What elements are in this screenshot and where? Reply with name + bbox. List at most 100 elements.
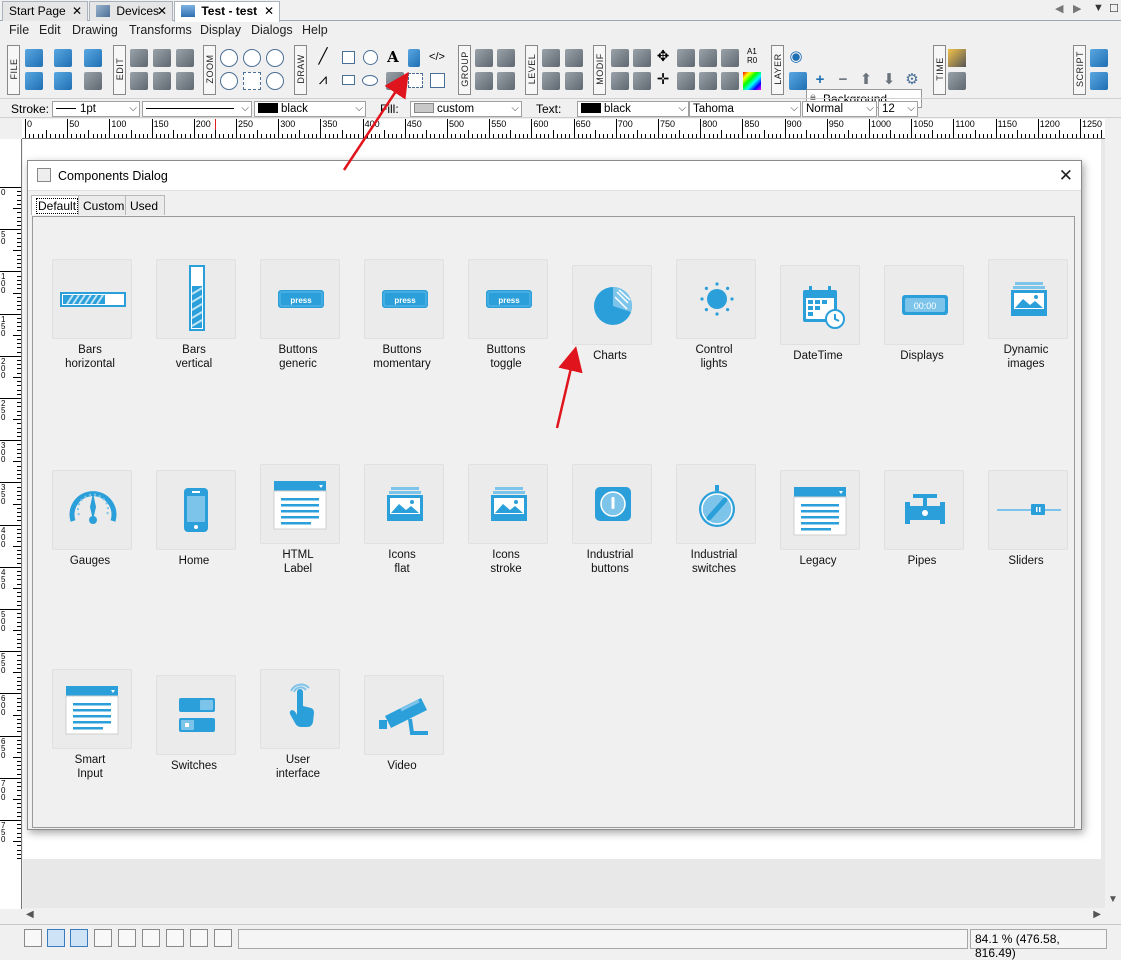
- curve-icon[interactable]: [190, 929, 208, 947]
- component-item[interactable]: Control lights: [662, 259, 766, 409]
- dynamic-images-icon[interactable]: [988, 259, 1068, 339]
- industrial-button-icon[interactable]: [572, 464, 652, 544]
- horizontal-scrollbar[interactable]: ◀ ▶: [22, 908, 1105, 922]
- font-select[interactable]: Tahoma ⌵: [689, 101, 801, 117]
- scroll-left-icon[interactable]: ◀: [26, 909, 34, 920]
- html-label-icon[interactable]: [260, 464, 340, 544]
- clone-icon[interactable]: [153, 72, 171, 90]
- remove-layer-icon[interactable]: −: [833, 71, 853, 89]
- path-icon[interactable]: [699, 72, 717, 90]
- line-tool-icon[interactable]: ╱: [313, 48, 333, 66]
- duplicate-icon[interactable]: [130, 72, 148, 90]
- button-generic-icon[interactable]: press: [260, 259, 340, 339]
- component-item[interactable]: press Buttons generic: [246, 259, 350, 409]
- script-events-icon[interactable]: [1090, 72, 1108, 90]
- text-color-select[interactable]: black ⌵: [577, 101, 689, 117]
- component-item[interactable]: Icons flat: [350, 464, 454, 614]
- maximize-icon[interactable]: ☐: [1109, 2, 1119, 15]
- component-item[interactable]: 00:00 Displays: [870, 265, 974, 415]
- angle-icon[interactable]: [142, 929, 160, 947]
- button-toggle-icon[interactable]: press: [468, 259, 548, 339]
- html-tool-icon[interactable]: </>: [427, 48, 447, 66]
- menu-dialogs[interactable]: Dialogs: [251, 23, 293, 37]
- bars-vertical-icon[interactable]: [156, 259, 236, 339]
- component-item[interactable]: HTML Label: [246, 464, 350, 614]
- font-style-select[interactable]: Normal ⌵: [802, 101, 877, 117]
- redo-icon[interactable]: [54, 49, 72, 67]
- industrial-switch-icon[interactable]: [676, 464, 756, 544]
- animation-icon[interactable]: [948, 72, 966, 90]
- component-item[interactable]: Sliders: [974, 470, 1078, 620]
- send-backward-icon[interactable]: [565, 72, 583, 90]
- tab-list-icon[interactable]: ▼: [1093, 2, 1104, 14]
- zoom-fit-icon[interactable]: [243, 49, 261, 67]
- component-item[interactable]: Gauges: [38, 470, 142, 620]
- component-item[interactable]: Legacy: [766, 470, 870, 620]
- polyline-tool-icon[interactable]: ⩘: [313, 71, 333, 89]
- save-all-icon[interactable]: [54, 72, 72, 90]
- component-item[interactable]: Pipes: [870, 470, 974, 620]
- magic-wand-icon[interactable]: [948, 49, 966, 67]
- icons-flat-icon[interactable]: [364, 464, 444, 544]
- stroke-width-select[interactable]: 1pt ⌵: [52, 101, 140, 117]
- pivot-icon[interactable]: ✛: [653, 71, 673, 89]
- scroll-down-icon[interactable]: ▼: [1108, 894, 1118, 905]
- layers-icon[interactable]: [789, 72, 807, 90]
- size-icon[interactable]: [633, 72, 651, 90]
- component-item[interactable]: Icons stroke: [454, 464, 558, 614]
- move-icon[interactable]: ✥: [653, 48, 673, 66]
- component-item[interactable]: Video: [350, 675, 454, 825]
- text-tool-icon[interactable]: A: [383, 48, 403, 66]
- bring-front-icon[interactable]: [542, 49, 560, 67]
- gauge-icon[interactable]: [52, 470, 132, 550]
- tab-custom[interactable]: Custom: [78, 195, 132, 215]
- smart-input-icon[interactable]: [52, 669, 132, 749]
- menu-drawing[interactable]: Drawing: [72, 23, 118, 37]
- preview-icon[interactable]: [84, 72, 102, 90]
- layer-up-icon[interactable]: ⬆: [856, 71, 876, 89]
- cut-icon[interactable]: [130, 49, 148, 67]
- script-icon[interactable]: [1090, 49, 1108, 67]
- legacy-icon[interactable]: [780, 470, 860, 550]
- delete-icon[interactable]: [176, 72, 194, 90]
- image-tool-icon[interactable]: [386, 72, 404, 90]
- scroll-right-icon[interactable]: ▶: [1073, 2, 1081, 15]
- component-item[interactable]: press Buttons toggle: [454, 259, 558, 409]
- combine-icon[interactable]: [677, 49, 695, 67]
- oval-tool-icon[interactable]: [362, 75, 378, 86]
- rotate-icon[interactable]: [677, 72, 695, 90]
- touch-hand-icon[interactable]: [260, 669, 340, 749]
- font-size-select[interactable]: 12 ⌵: [878, 101, 918, 117]
- components-tool-icon[interactable]: [408, 49, 420, 67]
- icons-stroke-icon[interactable]: [468, 464, 548, 544]
- zoom-out-icon[interactable]: [220, 72, 238, 90]
- component-item[interactable]: press Buttons momentary: [350, 259, 454, 409]
- slider-icon[interactable]: [988, 470, 1068, 550]
- component-item[interactable]: Industrial switches: [662, 464, 766, 614]
- layer-down-icon[interactable]: ⬇: [879, 71, 899, 89]
- display-icon[interactable]: 00:00: [884, 265, 964, 345]
- page-icon[interactable]: [118, 929, 136, 947]
- group-icon[interactable]: [475, 49, 493, 67]
- component-item[interactable]: Dynamic images: [974, 259, 1078, 409]
- save-icon[interactable]: [25, 72, 43, 90]
- component-item[interactable]: Bars vertical: [142, 259, 246, 409]
- align-left-icon[interactable]: [611, 49, 629, 67]
- zoom-100-icon[interactable]: [266, 72, 284, 90]
- stroke-color-select[interactable]: black ⌵: [254, 101, 366, 117]
- snap-icon[interactable]: [47, 929, 65, 947]
- pipes-icon[interactable]: [884, 470, 964, 550]
- control-light-icon[interactable]: [676, 259, 756, 339]
- layer-settings-icon[interactable]: ⚙: [902, 71, 922, 89]
- zoom-in-icon[interactable]: [220, 49, 238, 67]
- scroll-left-icon[interactable]: ◀: [1055, 2, 1063, 15]
- close-icon[interactable]: ✕: [157, 4, 167, 18]
- tab-devices[interactable]: Devices ✕: [89, 1, 173, 21]
- scroll-right-icon[interactable]: ▶: [1093, 909, 1101, 920]
- vertical-scrollbar[interactable]: ▼: [1105, 119, 1121, 909]
- group-enter-icon[interactable]: [475, 72, 493, 90]
- component-item[interactable]: Smart Input: [38, 669, 142, 819]
- camera-icon[interactable]: [364, 675, 444, 755]
- menu-display[interactable]: Display: [200, 23, 241, 37]
- gradient-icon[interactable]: [721, 72, 739, 90]
